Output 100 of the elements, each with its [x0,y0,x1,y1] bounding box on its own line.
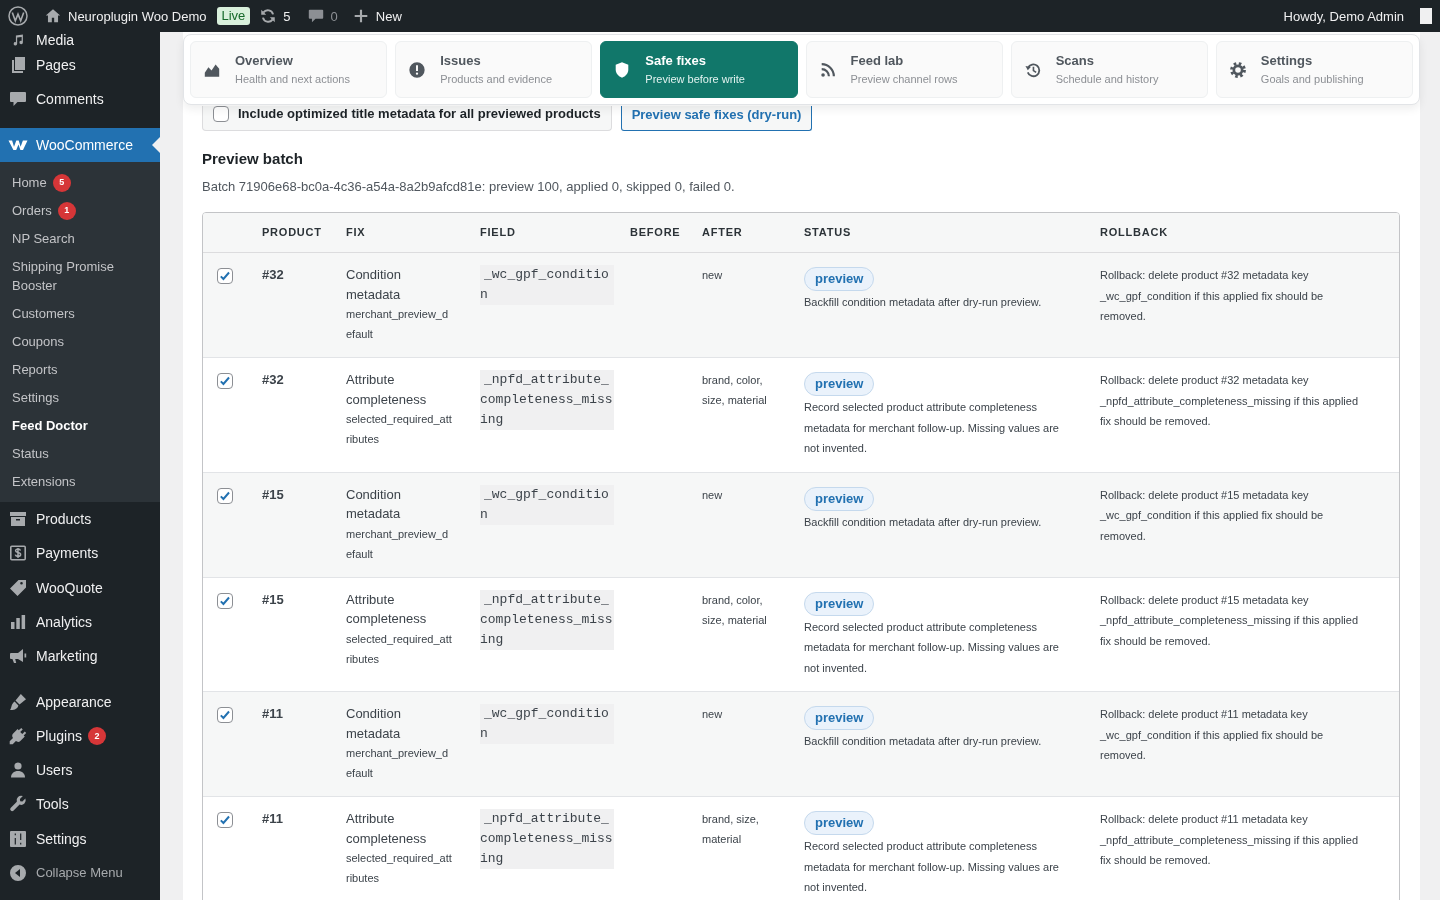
status-badge: preview [804,811,875,835]
preview-button[interactable]: Preview safe fixes (dry-run) [620,106,813,131]
site-link[interactable]: Neuroplugin Woo Demo [44,0,207,32]
fix-detail: selected_required_attributes [346,631,452,667]
status-badge: preview [804,706,875,730]
collapse-icon [8,862,28,883]
rss-icon [818,60,837,79]
menu-item[interactable]: Analytics [0,604,160,640]
field-key: _wc_gpf_condition [480,265,614,305]
after-value: brand, color, size, material [702,373,768,408]
menu-item[interactable]: Settings [0,821,160,856]
submenu-item[interactable]: NP Search [0,224,160,253]
column-header: PRODUCT [262,226,322,238]
home-icon [44,7,62,25]
menu-item[interactable]: Pages [0,48,160,83]
account-link[interactable]: Howdy, Demo Admin [1283,0,1404,32]
status-note: Record selected product attribute completeness metadata for merchant follow-up. Missing values are not invented. [804,400,1060,456]
after-value: new [702,268,724,283]
row-checkbox[interactable] [217,373,233,389]
menu-item[interactable]: Media [0,32,160,48]
column-header: AFTER [702,226,743,238]
tab[interactable]: Scans Schedule and history [1010,41,1208,98]
new-content-link[interactable]: New [351,0,402,32]
field-key: _npfd_attribute_completeness_missing [480,809,614,869]
include-title-checkbox[interactable] [213,106,229,122]
after-value: brand, color, size, material [702,592,768,628]
plug-icon [8,725,28,746]
comments-link[interactable]: 0 [306,0,338,32]
tab[interactable]: Feed lab Preview channel rows [805,41,1003,98]
submenu-item[interactable]: Shipping Promise Booster [0,252,160,300]
tab[interactable]: Overview Health and next actions [190,41,388,98]
rollback-note: Rollback: delete product #15 metadata key _wc_gpf_condition if this applied fix should be removed. [1100,487,1325,544]
tab[interactable]: Issues Products and evidence [395,41,593,98]
menu-item[interactable]: WooQuote [0,570,160,605]
product-id: #11 [262,705,284,723]
menu-item[interactable]: Comments [0,82,160,117]
history-icon [1023,60,1042,79]
submenu-item[interactable]: Feed Doctor [0,411,160,440]
sliders-icon [8,828,28,849]
fix-title: Attribute completeness [346,810,428,848]
column-header: FIELD [480,226,516,238]
menu-item[interactable]: Plugins 2 [0,718,160,753]
after-value: new [702,707,724,722]
count-badge: 2 [87,726,106,745]
rollback-note: Rollback: delete product #32 metadata key _npfd_attribute_completeness_missing if this applied fix should be removed. [1100,373,1360,429]
pointer-arrow-icon [152,136,160,153]
field-key: _wc_gpf_condition [480,704,614,744]
updates-link[interactable]: 5 [259,0,291,32]
submenu-item[interactable]: Reports [0,355,160,384]
count-badge: 5 [52,173,71,192]
section-heading: Preview batch [202,149,303,169]
collapse-menu-button[interactable]: Collapse Menu [0,855,123,890]
logo-icon[interactable] [8,6,28,26]
rollback-note: Rollback: delete product #32 metadata key _wc_gpf_condition if this applied fix should be removed. [1100,268,1325,324]
submenu-item[interactable]: Status [0,439,160,468]
status-badge: preview [804,372,875,396]
count-badge: 1 [57,201,76,220]
row-checkbox[interactable] [217,812,233,828]
fix-title: Attribute completeness [346,590,428,628]
price-tag-icon [8,577,28,598]
menu-item[interactable]: Appearance [0,684,160,719]
row-checkbox[interactable] [217,592,233,609]
environment-badge: Live [216,7,251,25]
status-note: Record selected product attribute completeness metadata for merchant follow-up. Missing values are not invented. [804,619,1060,676]
fix-title: Attribute completeness [346,371,428,409]
row-checkbox[interactable] [217,487,233,504]
fix-detail: merchant_preview_default [346,526,450,562]
field-key: _npfd_attribute_completeness_missing [480,370,614,430]
batch-summary: Batch 71906e68-bc0a-4c36-a54a-8a2b9afcd81e: preview 100, applied 0, skipped 0, failed 0. [202,178,736,196]
checkbox-label[interactable]: Include optimized title metadata for all previewed products [238,106,601,122]
tab[interactable]: Safe fixes Preview before write [600,41,798,98]
alert-icon [408,60,427,79]
submenu-item[interactable]: Coupons [0,327,160,356]
status-note: Backfill condition metadata after dry-run preview. [804,295,1043,310]
menu-item[interactable]: Payments [0,536,160,571]
status-note: Backfill condition metadata after dry-run preview. [804,514,1043,530]
menu-item[interactable]: Marketing [0,639,160,674]
product-id: #32 [262,371,285,389]
submenu-item[interactable]: Orders 1 [0,196,160,225]
status-badge: preview [804,267,875,291]
column-header: BEFORE [630,226,681,238]
product-id: #15 [262,485,285,504]
menu-item[interactable]: Tools [0,787,160,822]
field-key: _npfd_attribute_completeness_missing [480,589,614,650]
row-checkbox[interactable] [217,268,233,284]
row-checkbox[interactable] [217,707,233,723]
menu-item[interactable]: WooCommerce [0,127,160,162]
menu-item[interactable]: Products [0,501,160,537]
status-badge: preview [804,486,875,511]
rollback-note: Rollback: delete product #15 metadata key _npfd_attribute_completeness_missing if this applied fix should be removed. [1100,592,1360,649]
submenu-item[interactable]: Extensions [0,467,160,496]
user-icon [8,760,28,781]
after-value: new [702,487,724,503]
rollback-note: Rollback: delete product #11 metadata key _wc_gpf_condition if this applied fix should be removed. [1100,707,1325,763]
menu-item[interactable]: Users [0,752,160,788]
submenu-item[interactable]: Settings [0,383,160,412]
submenu-item[interactable]: Home 5 [0,168,160,197]
submenu-item[interactable]: Customers [0,299,160,328]
tab[interactable]: Settings Goals and publishing [1215,41,1413,98]
fix-detail: merchant_preview_default [346,746,450,781]
